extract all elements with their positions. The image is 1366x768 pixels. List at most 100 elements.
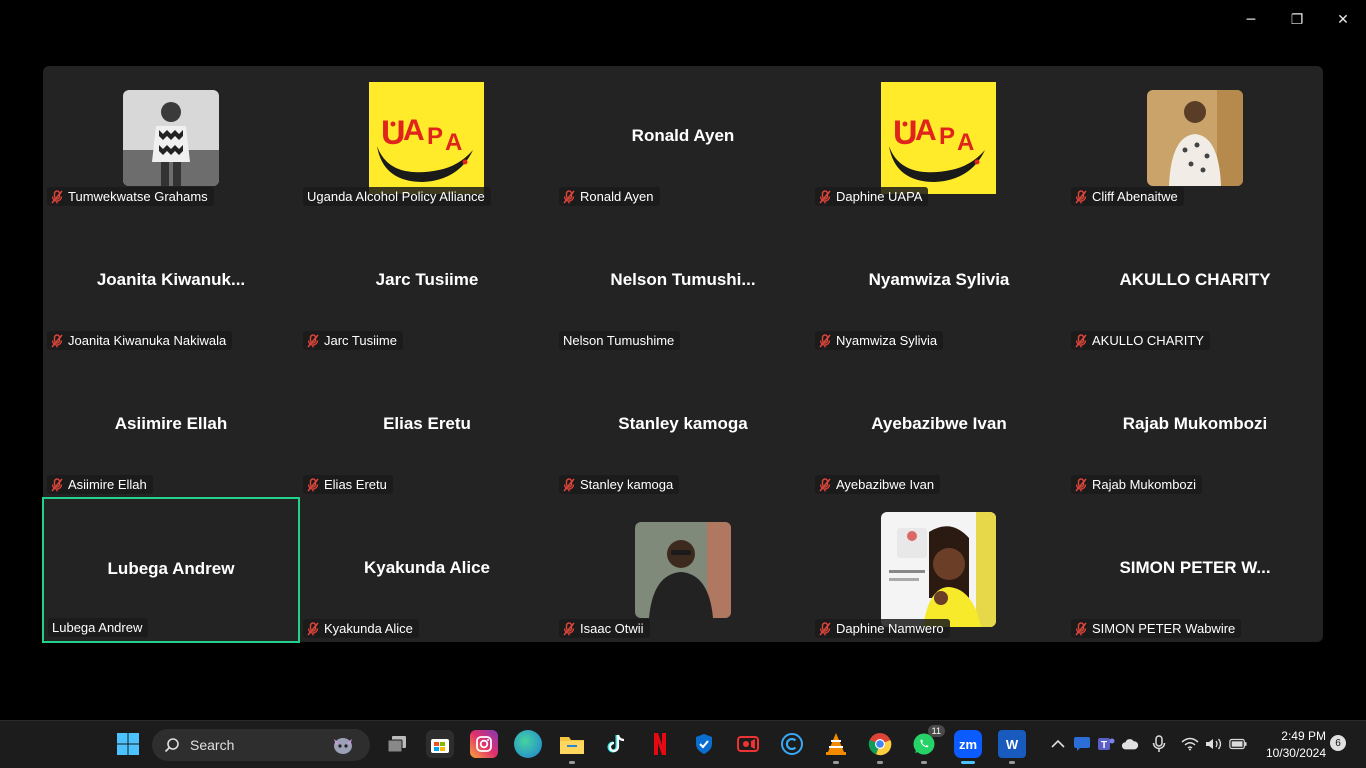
participant-tile[interactable]: Jarc Tusiime Jarc Tusiime (299, 210, 555, 354)
muted-microphone-icon (51, 333, 63, 348)
file-explorer-icon[interactable] (558, 730, 586, 764)
svg-text:U: U (381, 114, 406, 152)
muted-microphone-icon (563, 621, 575, 636)
taskbar-clock[interactable]: 2:49 PM 10/30/2024 (1256, 728, 1326, 762)
participant-name-text: Uganda Alcohol Policy Alliance (307, 189, 485, 204)
muted-microphone-icon (819, 621, 831, 636)
volume-icon[interactable] (1205, 735, 1223, 753)
restore-button[interactable]: ❐ (1274, 0, 1320, 40)
participant-avatar-photo (635, 522, 731, 618)
svg-text:A: A (957, 129, 974, 156)
participant-name-text: Tumwekwatse Grahams (68, 189, 208, 204)
participant-name-text: Kyakunda Alice (324, 621, 413, 636)
windows-logo-icon (117, 733, 139, 755)
battery-icon[interactable] (1229, 735, 1247, 753)
participant-name-text: Nyamwiza Sylivia (836, 333, 938, 348)
participant-name-label: Rajab Mukombozi (1071, 475, 1203, 494)
participant-tile[interactable]: Tumwekwatse Grahams (43, 66, 299, 210)
start-button[interactable] (114, 730, 142, 758)
participant-tile[interactable]: Isaac Otwii (555, 498, 811, 642)
chevron-up-icon[interactable] (1049, 735, 1067, 753)
svg-text:T: T (1101, 740, 1107, 751)
zoom-app-icon[interactable]: zm (954, 730, 982, 764)
participant-name-label: Ayebazibwe Ivan (815, 475, 941, 494)
taskbar-search[interactable]: Search (152, 729, 370, 761)
search-icon (164, 738, 179, 753)
whatsapp-icon[interactable]: 11 (910, 725, 945, 764)
clock-date: 10/30/2024 (1265, 746, 1326, 760)
muted-microphone-icon (819, 477, 831, 492)
edge-browser-icon[interactable] (514, 730, 542, 758)
participant-tile[interactable]: Rajab Mukombozi Rajab Mukombozi (1067, 354, 1323, 498)
participant-display-name: Jarc Tusiime (375, 270, 479, 289)
word-app-icon[interactable]: W (998, 730, 1026, 764)
screen-recorder-icon[interactable] (734, 730, 762, 758)
muted-microphone-icon (51, 477, 63, 492)
participant-display-name: Nelson Tumushi... (610, 270, 756, 289)
tiktok-icon[interactable] (602, 730, 630, 758)
muted-microphone-icon (1075, 333, 1087, 348)
participant-tile[interactable]: Cliff Abenaitwe (1067, 66, 1323, 210)
participant-name-label: Daphine Namwero (815, 619, 950, 638)
participant-tile[interactable]: Daphine Namwero (811, 498, 1067, 642)
participant-tile[interactable]: Kyakunda Alice Kyakunda Alice (299, 498, 555, 642)
minimize-button[interactable]: ─ (1228, 0, 1274, 40)
chrome-browser-icon[interactable] (866, 730, 894, 764)
zoom-app-label: zm (958, 736, 978, 752)
search-label: Search (190, 737, 235, 753)
chat-tray-icon[interactable] (1073, 735, 1091, 753)
onedrive-cloud-icon[interactable] (1121, 735, 1139, 753)
participant-name-label: Joanita Kiwanuka Nakiwala (47, 331, 233, 350)
search-highlight-icon (334, 738, 352, 754)
participant-tile[interactable]: U A P A Uganda Alcohol Policy Alliance (299, 66, 555, 210)
participant-tile[interactable]: U A P A Daphine UAPA (811, 66, 1067, 210)
participant-name-text: Rajab Mukombozi (1092, 477, 1197, 492)
participant-name-text: Ayebazibwe Ivan (836, 477, 935, 492)
wifi-icon[interactable] (1181, 735, 1199, 753)
muted-microphone-icon (563, 189, 575, 204)
participant-name-text: SIMON PETER Wabwire (1092, 621, 1236, 636)
svg-text:U: U (893, 114, 918, 152)
participant-name-text: Daphine Namwero (836, 621, 944, 636)
participant-tile[interactable]: AKULLO CHARITY AKULLO CHARITY (1067, 210, 1323, 354)
microsoft-store-icon[interactable] (426, 730, 454, 758)
netflix-icon[interactable] (646, 730, 674, 758)
participant-tile[interactable]: SIMON PETER W... SIMON PETER Wabwire (1067, 498, 1323, 642)
muted-microphone-icon (1075, 621, 1087, 636)
participant-display-name: Elias Eretu (383, 414, 471, 433)
svg-text:A: A (445, 129, 462, 156)
close-button[interactable]: ✕ (1320, 0, 1366, 40)
copyright-app-icon[interactable] (778, 730, 806, 758)
participant-display-name: Ronald Ayen (631, 126, 735, 145)
participant-tile[interactable]: Stanley kamoga Stanley kamoga (555, 354, 811, 498)
notification-count-badge[interactable]: 6 (1330, 735, 1346, 751)
participant-tile[interactable]: Lubega Andrew Lubega Andrew (42, 497, 300, 643)
participant-avatar-photo (881, 512, 996, 627)
participant-name-text: Stanley kamoga (580, 477, 674, 492)
microphone-icon[interactable] (1150, 735, 1168, 753)
participant-tile[interactable]: Nyamwiza Sylivia Nyamwiza Sylivia (811, 210, 1067, 354)
muted-microphone-icon (51, 189, 63, 204)
svg-text:A: A (915, 114, 937, 147)
participant-display-name: SIMON PETER W... (1119, 558, 1271, 577)
participant-name-label: Daphine UAPA (815, 187, 929, 206)
participant-tile[interactable]: Elias Eretu Elias Eretu (299, 354, 555, 498)
participant-tile[interactable]: Ronald Ayen Ronald Ayen (555, 66, 811, 210)
svg-text:A: A (403, 114, 425, 147)
participant-name-label: Stanley kamoga (559, 475, 680, 494)
instagram-icon[interactable] (470, 730, 498, 758)
participant-tile[interactable]: Asiimire Ellah Asiimire Ellah (43, 354, 299, 498)
participant-tile[interactable]: Nelson Tumushi... Nelson Tumushime (555, 210, 811, 354)
participant-name-label: Kyakunda Alice (303, 619, 419, 638)
window-controls: ─ ❐ ✕ (1228, 0, 1366, 40)
participant-name-label: Cliff Abenaitwe (1071, 187, 1184, 206)
security-shield-icon[interactable] (690, 730, 718, 758)
participant-tile[interactable]: Ayebazibwe Ivan Ayebazibwe Ivan (811, 354, 1067, 498)
participant-name-label: Uganda Alcohol Policy Alliance (303, 187, 491, 206)
participant-tile[interactable]: Joanita Kiwanuk... Joanita Kiwanuka Nakiw… (43, 210, 299, 354)
participant-avatar-photo (123, 90, 219, 186)
vlc-player-icon[interactable] (822, 730, 850, 764)
teams-tray-icon[interactable]: T (1097, 735, 1115, 753)
participant-name-label: SIMON PETER Wabwire (1071, 619, 1242, 638)
task-view-icon[interactable] (383, 730, 411, 758)
